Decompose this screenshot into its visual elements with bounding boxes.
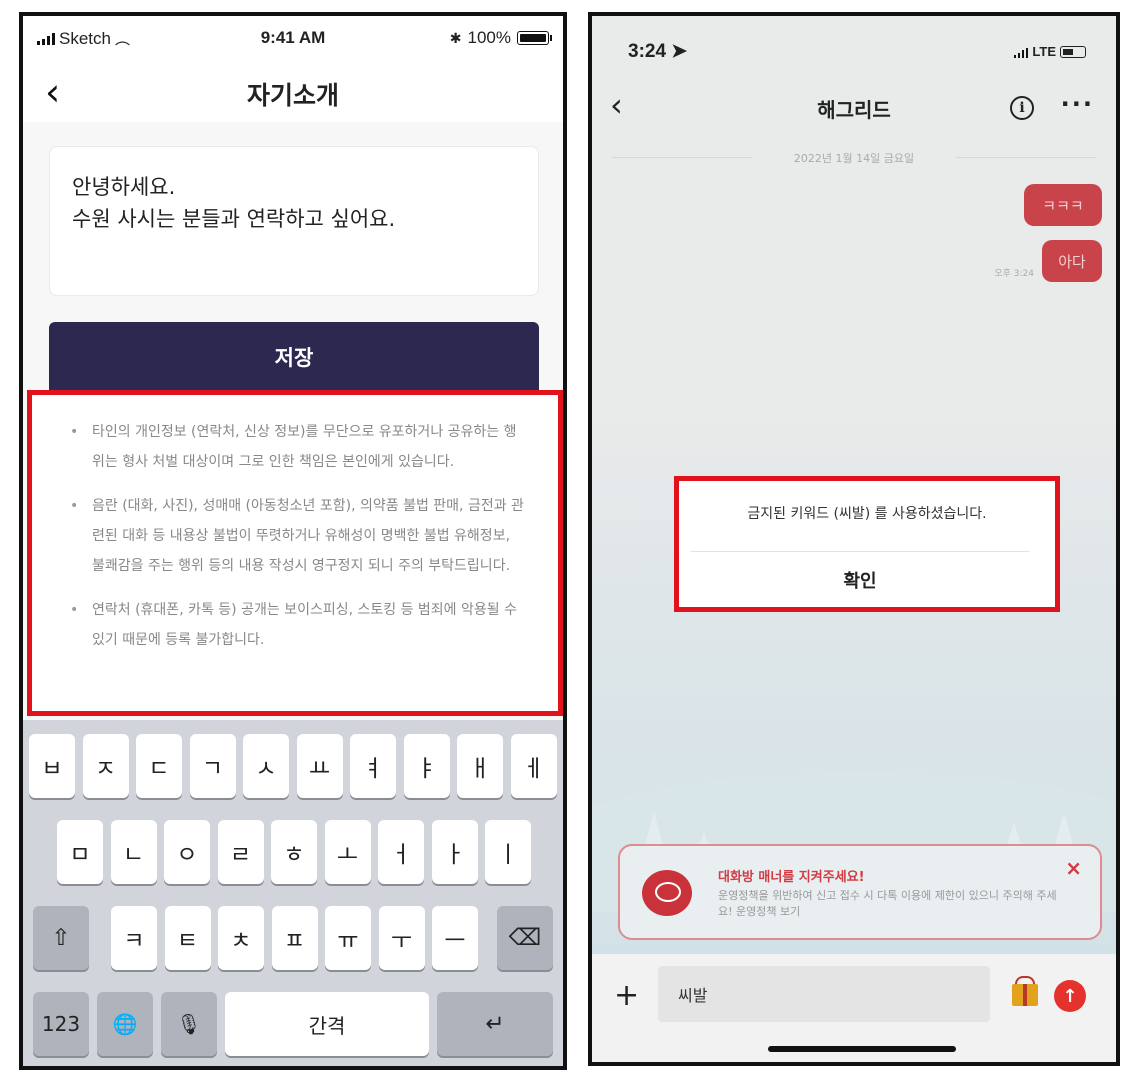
notice-item: 음란 (대화, 사진), 성매매 (아동청소년 포함), 의약품 불법 판매, … (70, 491, 524, 581)
keyboard-key[interactable]: ㅈ (82, 734, 129, 798)
keyboard-key[interactable]: ㅗ (324, 820, 371, 884)
status-bar: 3:24 ➤ LTE (592, 40, 1116, 70)
chat-bubble-icon (642, 870, 692, 916)
keyboard-key[interactable]: ㅣ (485, 820, 531, 884)
intro-line-1: 안녕하세요. (72, 175, 176, 199)
date-divider: 2022년 1월 14일 금요일 (612, 150, 1096, 166)
keyboard-row-2: ㅁㄴㅇㄹㅎㅗㅓㅏㅣ (23, 816, 563, 886)
status-bar: Sketch ︵ 9:41 AM ✱ 100% (23, 16, 563, 60)
keyboard-key[interactable]: ㅐ (457, 734, 503, 798)
battery-percent: 100% (467, 28, 511, 47)
keyboard-key[interactable]: ㅌ (164, 906, 211, 970)
keyboard-key[interactable]: ㅏ (431, 820, 478, 884)
more-icon[interactable]: ··· (1061, 90, 1094, 118)
notice-item: 연락처 (휴대폰, 카톡 등) 공개는 보이스피싱, 스토킹 등 범죄에 악용될… (70, 595, 524, 655)
return-key[interactable]: ↵ (437, 992, 553, 1056)
message-bubble: ㅋㅋㅋ (1024, 184, 1102, 226)
banner-description: 운영정책을 위반하여 신고 접수 시 다톡 이용에 제한이 있으니 주의해 주세… (718, 889, 1057, 918)
keyboard-key[interactable]: ㅑ (403, 734, 450, 798)
intro-line-2: 수원 사시는 분들과 연락하고 싶어요. (72, 207, 396, 231)
battery-icon (1060, 45, 1086, 58)
status-time: 3:24 ➤ (628, 41, 688, 62)
composer-bar: + 씨발 ↑ (592, 954, 1116, 1062)
keyboard-key[interactable]: ㅜ (378, 906, 425, 970)
chat-header: ‹ 해그리드 i ··· (592, 86, 1116, 136)
globe-icon[interactable]: 🌐 (97, 992, 153, 1056)
message-bubble: 아다 (1042, 240, 1102, 282)
intro-textarea[interactable]: 안녕하세요. 수원 사시는 분들과 연락하고 싶어요. (49, 146, 539, 296)
keyboard-key[interactable]: ㅓ (378, 820, 424, 884)
signal-icon (1014, 46, 1029, 58)
keyboard-key[interactable]: ㄷ (136, 734, 182, 798)
bluetooth-icon: ✱ (449, 29, 462, 46)
info-icon[interactable]: i (1010, 96, 1034, 120)
keyboard-key[interactable]: ㅍ (271, 906, 318, 970)
nav-header: ‹ 자기소개 (23, 62, 563, 122)
keyboard-key[interactable]: ㅅ (243, 734, 289, 798)
keyboard-key[interactable]: ㄴ (110, 820, 157, 884)
keyboard-key[interactable]: ㅛ (296, 734, 343, 798)
keyboard-key[interactable]: ㄱ (189, 734, 236, 798)
space-key[interactable]: 간격 (225, 992, 429, 1056)
keyboard: ㅂㅈㄷㄱㅅㅛㅕㅑㅐㅔ ㅁㄴㅇㄹㅎㅗㅓㅏㅣ ⇧ ㅋㅌㅊㅍㅠㅜㅡ ⌫ 123 🌐 🎙… (23, 720, 563, 1066)
network-status: LTE (1014, 44, 1086, 59)
keyboard-key[interactable]: ㄹ (217, 820, 264, 884)
keyboard-row-4: 123 🌐 🎙 간격 ↵ (23, 988, 563, 1058)
message-time: 오후 3:24 (994, 269, 1034, 279)
confirm-button[interactable]: 확인 (679, 567, 1041, 593)
notice-box: 타인의 개인정보 (연락처, 신상 정보)를 무단으로 유포하거나 공유하는 행… (27, 390, 563, 716)
keyboard-key[interactable]: ㅕ (350, 734, 396, 798)
keyboard-key[interactable]: ㅎ (271, 820, 317, 884)
right-phone-screen: 3:24 ➤ LTE ‹ 해그리드 i ··· 2022년 1월 14일 금요일… (588, 12, 1120, 1066)
keyboard-key[interactable]: ㅋ (111, 906, 157, 970)
keyboard-key[interactable]: ㅔ (510, 734, 557, 798)
keyboard-key[interactable]: ㅁ (57, 820, 103, 884)
keyboard-key[interactable]: ㅇ (164, 820, 210, 884)
battery: ✱ 100% (449, 28, 552, 48)
battery-icon (517, 31, 552, 45)
home-indicator (768, 1046, 956, 1052)
save-button[interactable]: 저장 (49, 322, 539, 392)
chat-title: 해그리드 (817, 98, 891, 122)
alert-dialog: 금지된 키워드 (씨발) 를 사용하셨습니다. 확인 (674, 476, 1060, 612)
close-icon[interactable]: × (1065, 856, 1082, 880)
send-icon[interactable]: ↑ (1054, 980, 1086, 1012)
keyboard-key[interactable]: ㅡ (432, 906, 478, 970)
keyboard-key[interactable]: ㅂ (29, 734, 75, 798)
plus-icon[interactable]: + (614, 978, 639, 1013)
banner-title: 대화방 매너를 지켜주세요! (718, 870, 865, 885)
keyboard-row-3: ⇧ ㅋㅌㅊㅍㅠㅜㅡ ⌫ (23, 902, 563, 972)
keyboard-row-1: ㅂㅈㄷㄱㅅㅛㅕㅑㅐㅔ (23, 730, 563, 800)
page-title: 자기소개 (246, 81, 339, 110)
alert-message: 금지된 키워드 (씨발) 를 사용하셨습니다. (747, 506, 987, 522)
keyboard-key[interactable]: ㅊ (218, 906, 264, 970)
backspace-key[interactable]: ⌫ (497, 906, 553, 970)
microphone-icon[interactable]: 🎙 (161, 992, 217, 1056)
notice-item: 타인의 개인정보 (연락처, 신상 정보)를 무단으로 유포하거나 공유하는 행… (70, 417, 524, 477)
gift-icon[interactable] (1012, 976, 1038, 1006)
numbers-key[interactable]: 123 (33, 992, 89, 1056)
divider (691, 551, 1029, 552)
message-input[interactable]: 씨발 (658, 966, 990, 1022)
left-phone-screen: Sketch ︵ 9:41 AM ✱ 100% ‹ 자기소개 안녕하세요. 수원… (19, 12, 567, 1070)
manner-banner[interactable]: 대화방 매너를 지켜주세요! 운영정책을 위반하여 신고 접수 시 다톡 이용에… (618, 844, 1102, 940)
network-label: LTE (1032, 44, 1056, 59)
keyboard-key[interactable]: ㅠ (325, 906, 371, 970)
